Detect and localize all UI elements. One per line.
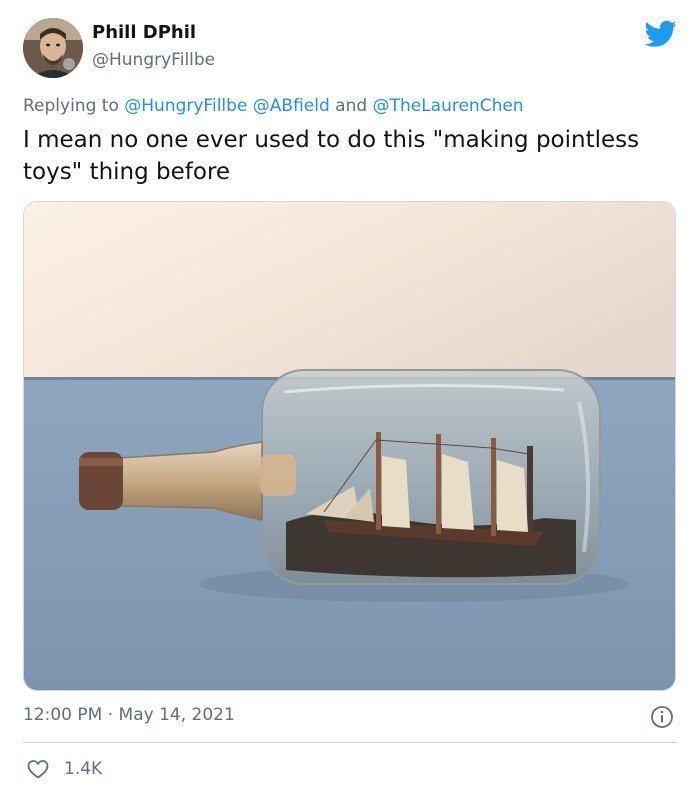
tweet-text: I mean no one ever used to do this "maki… [23, 127, 640, 185]
tweet-card: Phill DPhil @HungryFillbe Replying to @H… [0, 0, 700, 795]
like-button[interactable]: 1.4K [26, 757, 102, 781]
mention-link[interactable]: @TheLaurenChen [373, 96, 524, 116]
timestamp-separator: · [102, 705, 119, 725]
tweet-timestamp[interactable]: 12:00 PM · May 14, 2021 [23, 705, 235, 725]
author-display-name[interactable]: Phill DPhil [92, 22, 196, 43]
mention-link[interactable]: @ABfield [253, 96, 330, 116]
like-count: 1.4K [64, 759, 103, 779]
ship-in-bottle-photo-icon [24, 202, 675, 690]
replying-joiner: and [329, 96, 373, 116]
mention-link[interactable]: @HungryFillbe [124, 96, 247, 116]
divider [23, 742, 677, 743]
tweet-date: May 14, 2021 [118, 705, 235, 725]
avatar[interactable] [23, 18, 83, 78]
tweet-time: 12:00 PM [23, 705, 103, 725]
replying-to: Replying to @HungryFillbe @ABfield and @… [23, 96, 524, 116]
info-icon[interactable] [650, 705, 674, 729]
twitter-bird-icon[interactable] [645, 20, 677, 48]
replying-prefix: Replying to [23, 96, 125, 116]
heart-icon [27, 760, 49, 779]
author-handle[interactable]: @HungryFillbe [92, 50, 215, 70]
tweet-media[interactable] [23, 201, 676, 691]
